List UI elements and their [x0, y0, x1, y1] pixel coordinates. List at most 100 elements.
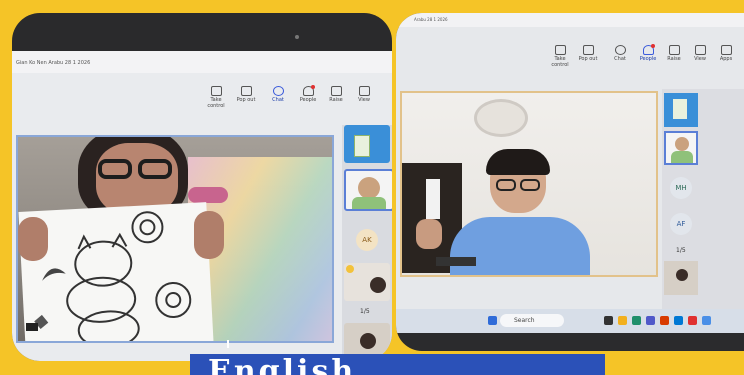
right-hand [194, 211, 224, 259]
left-laptop-photo: Gian Ko Nen Arabu 28 1 2026 Take control… [12, 13, 392, 361]
blue-shirt [450, 217, 590, 275]
apps-icon [720, 45, 732, 55]
wall-clock [474, 99, 528, 137]
participant-pager[interactable]: 1/5 [676, 247, 686, 254]
participant-tile-student[interactable] [344, 263, 390, 301]
people-label: People [299, 97, 317, 103]
participant-avatar-af[interactable]: AF [670, 213, 692, 235]
teams-icon[interactable] [646, 316, 655, 325]
left-participant-strip: AK 1/5 [342, 125, 392, 361]
glasses-right-lens [138, 159, 172, 179]
raise-label: Raise [667, 56, 681, 62]
participant-tile-teacher[interactable] [344, 169, 392, 211]
right-window-title: Arabu 28 1 2026 [396, 13, 744, 27]
left-window-title: Gian Ko Nen Arabu 28 1 2026 [12, 51, 392, 73]
left-meeting-toolbar: Take control Pop out Chat People Raise V… [202, 84, 392, 110]
paper-in-hand [426, 179, 440, 219]
teacher-clothes [671, 151, 693, 163]
webcam-dot [295, 35, 299, 39]
view-icon [358, 86, 370, 96]
left-hand [18, 217, 48, 261]
glasses-right-lens [520, 179, 540, 191]
raise-hand-icon [668, 45, 680, 55]
people-badge [311, 85, 315, 89]
pop-out-button[interactable]: Pop out [232, 84, 260, 108]
apps-label: Apps [719, 56, 733, 62]
coloring-sheet [18, 202, 214, 341]
self-head [676, 269, 688, 281]
raise-hand-icon [330, 86, 342, 96]
boy-hair [486, 149, 550, 175]
app-icon[interactable] [688, 316, 697, 325]
take-control-button[interactable]: Take control [546, 43, 574, 68]
chat-label: Chat [614, 56, 626, 62]
chat-icon [614, 45, 626, 55]
left-main-video [16, 135, 334, 343]
pop-out-label: Pop out [236, 97, 256, 103]
shared-page-preview [673, 99, 687, 119]
right-meeting-toolbar: Take control Pop out Chat People Raise V… [546, 43, 744, 69]
take-control-icon [554, 45, 566, 55]
start-menu-icon[interactable] [488, 316, 497, 325]
participant-pager[interactable]: 1/5 [360, 308, 370, 315]
view-label: View [694, 56, 706, 62]
pop-out-label: Pop out [578, 56, 598, 62]
participant-avatar-ak[interactable]: AK [356, 229, 378, 251]
participant-tile-screen[interactable] [344, 125, 390, 163]
right-participant-strip: MH AF 1/5 [662, 89, 744, 321]
raise-hand-button[interactable]: Raise [660, 43, 688, 67]
participant-tile-self[interactable] [664, 261, 698, 295]
chat-label: Chat [272, 97, 284, 103]
raised-hand [416, 219, 442, 249]
mouse-cursor-icon [227, 340, 233, 348]
student-head [370, 277, 386, 293]
right-main-video [400, 91, 658, 277]
pop-out-button[interactable]: Pop out [574, 43, 602, 67]
task-view-icon[interactable] [604, 316, 613, 325]
participant-tile-screen[interactable] [664, 93, 698, 127]
windows-taskbar: Search [396, 309, 744, 333]
app-icon[interactable] [702, 316, 711, 325]
glasses-left-lens [98, 159, 132, 179]
take-control-button[interactable]: Take control [202, 84, 230, 109]
people-button[interactable]: People [294, 84, 322, 108]
take-control-label: Take control [207, 97, 225, 109]
edge-icon[interactable] [632, 316, 641, 325]
chat-button[interactable]: Chat [606, 43, 634, 67]
name-tag [436, 257, 476, 266]
raise-label: Raise [329, 97, 343, 103]
video-corner-icon [26, 323, 38, 331]
take-control-label: Take control [551, 56, 569, 68]
chat-icon [272, 86, 284, 96]
coloring-sheet-drawing [34, 211, 192, 341]
view-icon [694, 45, 706, 55]
file-explorer-icon[interactable] [618, 316, 627, 325]
taskbar-search-box[interactable]: Search [500, 314, 564, 327]
chat-button[interactable]: Chat [264, 84, 292, 108]
people-badge [651, 44, 655, 48]
teacher-clothes [352, 197, 386, 209]
banner-title: English [208, 354, 357, 375]
office-icon[interactable] [660, 316, 669, 325]
pop-out-icon [240, 86, 252, 96]
right-laptop-photo: Arabu 28 1 2026 Take control Pop out Cha… [396, 13, 744, 351]
participant-avatar-mh[interactable]: MH [670, 177, 692, 199]
raise-hand-button[interactable]: Raise [322, 84, 350, 108]
view-label: View [358, 97, 370, 103]
shared-page-preview [354, 135, 370, 157]
glasses-left-lens [496, 179, 516, 191]
teacher-face [675, 137, 689, 151]
hand-raised-icon [346, 265, 354, 273]
apps-button[interactable]: Apps [712, 43, 740, 67]
view-button[interactable]: View [686, 43, 714, 67]
store-icon[interactable] [674, 316, 683, 325]
pop-out-icon [582, 45, 594, 55]
shelf-items [188, 187, 228, 203]
take-control-icon [210, 86, 222, 96]
participant-tile-teacher[interactable] [664, 131, 698, 165]
people-button[interactable]: People [634, 43, 662, 67]
self-head [360, 333, 376, 349]
view-button[interactable]: View [350, 84, 378, 108]
bottom-banner: English [190, 354, 605, 375]
teacher-face [358, 177, 380, 199]
